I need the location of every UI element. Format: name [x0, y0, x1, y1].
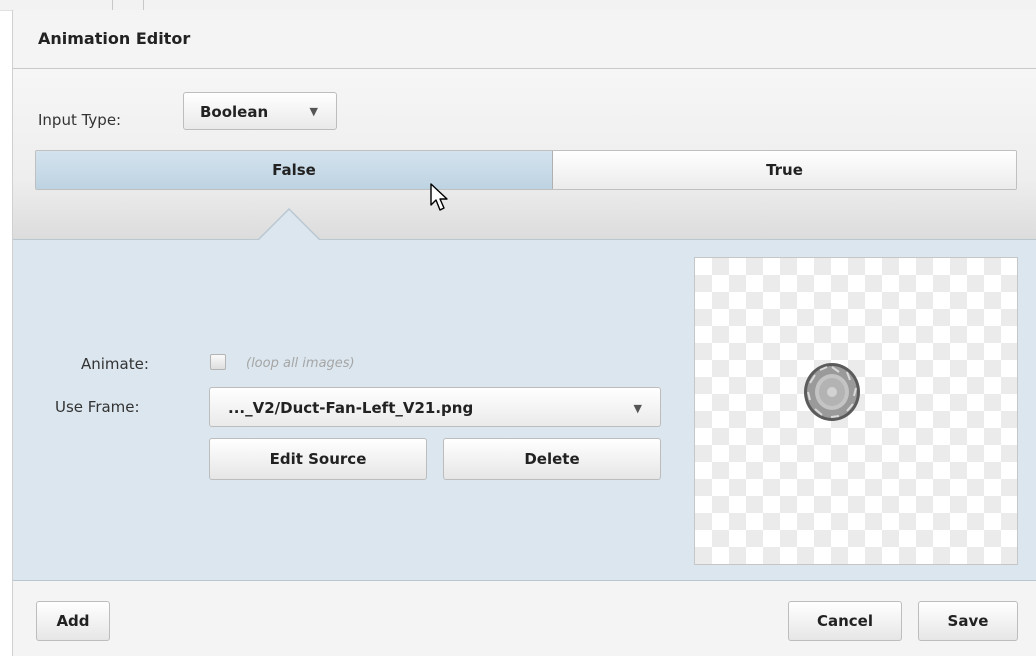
- input-type-select[interactable]: Boolean ▼: [183, 92, 337, 130]
- delete-button[interactable]: Delete: [443, 438, 661, 480]
- frame-settings-panel: Animate: (loop all images) Use Frame: ..…: [13, 239, 1036, 581]
- use-frame-value: ..._V2/Duct-Fan-Left_V21.png: [228, 399, 474, 417]
- loop-hint: (loop all images): [246, 356, 355, 371]
- input-type-section: Input Type: Boolean ▼ False True: [13, 69, 1036, 239]
- animate-label: Animate:: [81, 355, 149, 373]
- chevron-down-icon: ▼: [633, 402, 642, 415]
- edit-source-button[interactable]: Edit Source: [209, 438, 427, 480]
- input-type-value: Boolean: [200, 103, 269, 121]
- add-button[interactable]: Add: [36, 601, 110, 641]
- tab-true[interactable]: True: [553, 151, 1016, 189]
- animate-checkbox[interactable]: [210, 354, 226, 370]
- animation-editor-dialog: Animation Editor Input Type: Boolean ▼ F…: [12, 10, 1036, 656]
- use-frame-select[interactable]: ..._V2/Duct-Fan-Left_V21.png ▼: [209, 387, 661, 427]
- dialog-footer: Add Cancel Save: [13, 581, 1036, 656]
- boolean-state-tabs: False True: [35, 150, 1017, 190]
- background-app-mark: [112, 0, 144, 10]
- cancel-button[interactable]: Cancel: [788, 601, 902, 641]
- save-button[interactable]: Save: [918, 601, 1018, 641]
- chevron-down-icon: ▼: [309, 105, 318, 118]
- input-type-label: Input Type:: [38, 111, 122, 129]
- dialog-header: Animation Editor: [13, 10, 1036, 69]
- tab-pointer: [259, 210, 319, 240]
- frame-preview: [694, 257, 1018, 565]
- mouse-pointer-icon: [430, 183, 448, 211]
- dialog-title: Animation Editor: [38, 29, 191, 48]
- duct-fan-image: [804, 363, 860, 421]
- use-frame-label: Use Frame:: [55, 398, 140, 416]
- tab-false[interactable]: False: [36, 151, 553, 189]
